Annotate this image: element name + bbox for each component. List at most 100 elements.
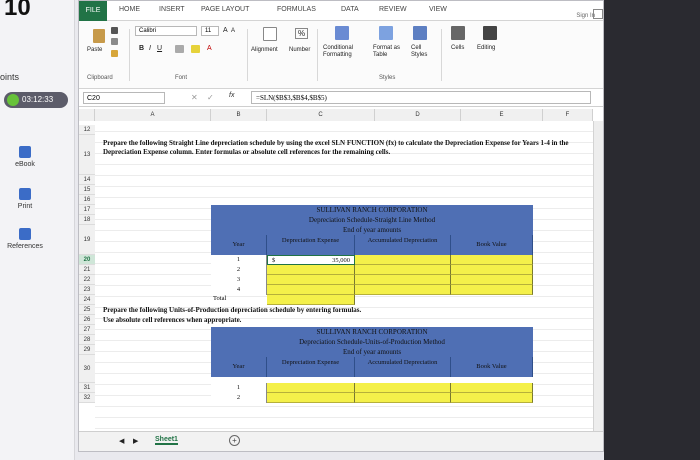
format-as-table-icon[interactable] bbox=[379, 26, 393, 40]
vertical-scrollbar[interactable] bbox=[593, 121, 603, 431]
column-header[interactable]: B bbox=[211, 109, 267, 121]
editing-button[interactable]: Editing bbox=[477, 45, 495, 51]
sidebar-item-ebook[interactable]: eBook bbox=[0, 146, 50, 168]
row-header[interactable]: 30 bbox=[79, 355, 95, 383]
input-cell[interactable] bbox=[355, 393, 451, 403]
format-as-table-button[interactable]: Format as Table bbox=[373, 45, 409, 59]
sidebar-item-print[interactable]: Print bbox=[0, 188, 50, 210]
tab-review[interactable]: REVIEW bbox=[379, 6, 407, 13]
input-cell[interactable] bbox=[451, 285, 533, 295]
alignment-icon[interactable] bbox=[263, 27, 277, 41]
input-cell[interactable] bbox=[267, 265, 355, 275]
year-cell[interactable]: 2 bbox=[211, 265, 267, 275]
paste-button[interactable]: Paste bbox=[87, 47, 102, 53]
tab-insert[interactable]: INSERT bbox=[159, 6, 185, 13]
total-input-cell[interactable] bbox=[267, 295, 355, 305]
year-cell[interactable]: 3 bbox=[211, 275, 267, 285]
row-header[interactable]: 25 bbox=[79, 305, 95, 315]
add-sheet-button[interactable]: + bbox=[229, 435, 240, 446]
name-box[interactable]: C20 bbox=[83, 92, 165, 104]
row-header[interactable]: 13 bbox=[79, 135, 95, 175]
underline-icon[interactable]: U bbox=[157, 45, 162, 52]
sidebar-item-references[interactable]: References bbox=[0, 228, 50, 250]
row-header[interactable]: 29 bbox=[79, 345, 95, 355]
borders-icon[interactable] bbox=[175, 45, 184, 53]
row-header[interactable]: 12 bbox=[79, 125, 95, 135]
cell-styles-button[interactable]: Cell Styles bbox=[411, 45, 435, 59]
input-cell[interactable] bbox=[355, 265, 451, 275]
row-header[interactable]: 28 bbox=[79, 335, 95, 345]
row-header[interactable]: 23 bbox=[79, 285, 95, 295]
input-cell[interactable] bbox=[451, 383, 533, 393]
shrink-font-icon[interactable]: A bbox=[231, 28, 235, 34]
year-cell[interactable]: 1 bbox=[211, 255, 267, 265]
tab-home[interactable]: HOME bbox=[119, 6, 140, 13]
formula-input[interactable]: =SLN($B$3,$B$4,$B$5) bbox=[251, 91, 591, 104]
row-header[interactable]: 14 bbox=[79, 175, 95, 185]
column-header[interactable]: F bbox=[543, 109, 593, 121]
row-header[interactable]: 18 bbox=[79, 215, 95, 225]
timer-badge[interactable]: 03:12:33 bbox=[4, 92, 68, 108]
copy-icon[interactable] bbox=[111, 38, 118, 45]
input-cell[interactable] bbox=[267, 275, 355, 285]
input-cell[interactable] bbox=[355, 383, 451, 393]
cut-icon[interactable] bbox=[111, 27, 118, 34]
row-header[interactable]: 21 bbox=[79, 265, 95, 275]
row-header[interactable]: 27 bbox=[79, 325, 95, 335]
year-cell[interactable]: 4 bbox=[211, 285, 267, 295]
column-header[interactable]: A bbox=[95, 109, 211, 121]
insert-function-button[interactable]: fx bbox=[229, 92, 234, 99]
tab-view[interactable]: VIEW bbox=[429, 6, 447, 13]
tab-formulas[interactable]: FORMULAS bbox=[277, 6, 316, 13]
fill-color-icon[interactable] bbox=[191, 45, 200, 53]
row-header[interactable]: 16 bbox=[79, 195, 95, 205]
paste-icon[interactable] bbox=[93, 29, 105, 43]
input-cell[interactable] bbox=[451, 265, 533, 275]
row-header[interactable]: 17 bbox=[79, 205, 95, 215]
input-cell[interactable] bbox=[267, 393, 355, 403]
tab-data[interactable]: DATA bbox=[341, 6, 359, 13]
font-color-icon[interactable]: A bbox=[207, 45, 212, 52]
bold-icon[interactable]: B bbox=[139, 45, 144, 52]
alignment-button[interactable]: Alignment bbox=[251, 47, 278, 53]
input-cell[interactable] bbox=[355, 255, 451, 265]
dep-expense-cell-selected[interactable]: $ 35,000 bbox=[267, 255, 355, 265]
enter-icon[interactable]: ✓ bbox=[207, 93, 214, 102]
sheet-tab[interactable]: Sheet1 bbox=[155, 436, 178, 445]
year-cell[interactable]: 2 bbox=[211, 393, 267, 403]
row-header[interactable]: 22 bbox=[79, 275, 95, 285]
column-header[interactable]: D bbox=[375, 109, 461, 121]
input-cell[interactable] bbox=[355, 275, 451, 285]
year-cell[interactable]: 1 bbox=[211, 383, 267, 393]
column-header[interactable]: C bbox=[267, 109, 375, 121]
format-painter-icon[interactable] bbox=[111, 50, 118, 57]
row-header[interactable]: 19 bbox=[79, 225, 95, 255]
input-cell[interactable] bbox=[267, 383, 355, 393]
cancel-icon[interactable]: ✕ bbox=[191, 93, 198, 102]
row-header[interactable]: 26 bbox=[79, 315, 95, 325]
editing-icon[interactable] bbox=[483, 26, 497, 40]
conditional-formatting-icon[interactable] bbox=[335, 26, 349, 40]
percent-icon[interactable]: % bbox=[295, 28, 309, 39]
input-cell[interactable] bbox=[451, 275, 533, 285]
cell-styles-icon[interactable] bbox=[413, 26, 427, 40]
prev-sheet-icon[interactable]: ◀ bbox=[119, 437, 124, 445]
font-size-select[interactable]: 11 bbox=[201, 26, 219, 36]
number-button[interactable]: Number bbox=[289, 47, 310, 53]
grow-font-icon[interactable]: A bbox=[223, 27, 228, 34]
tab-file[interactable]: FILE bbox=[79, 1, 107, 21]
cells-button[interactable]: Cells bbox=[451, 45, 464, 51]
select-all-corner[interactable] bbox=[79, 109, 95, 121]
row-header[interactable]: 31 bbox=[79, 383, 95, 393]
italic-icon[interactable]: I bbox=[149, 45, 151, 52]
cells-icon[interactable] bbox=[451, 26, 465, 40]
column-header[interactable]: E bbox=[461, 109, 543, 121]
row-header[interactable]: 15 bbox=[79, 185, 95, 195]
tab-page-layout[interactable]: PAGE LAYOUT bbox=[201, 6, 249, 13]
font-name-select[interactable]: Calibri bbox=[135, 26, 197, 36]
input-cell[interactable] bbox=[451, 255, 533, 265]
next-sheet-icon[interactable]: ▶ bbox=[133, 437, 138, 445]
row-header-selected[interactable]: 20 bbox=[79, 255, 95, 265]
row-header[interactable]: 24 bbox=[79, 295, 95, 305]
conditional-formatting-button[interactable]: Conditional Formatting bbox=[323, 45, 373, 59]
